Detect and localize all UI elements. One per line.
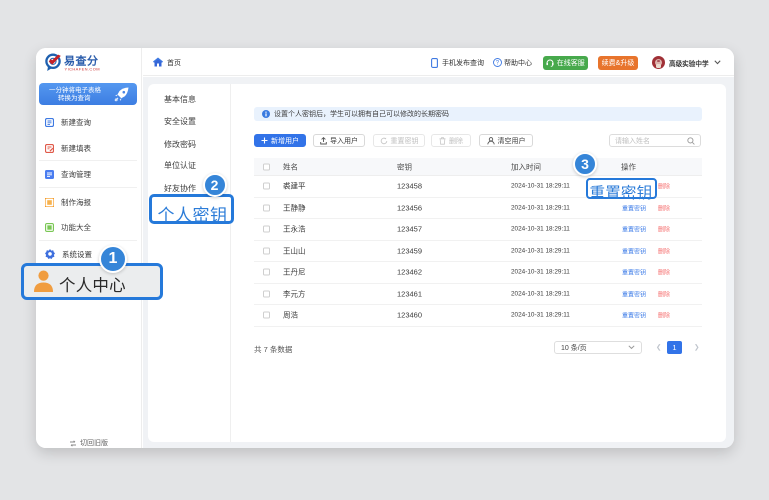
svg-text:YICHAFEN.COM: YICHAFEN.COM: [65, 67, 100, 72]
svg-text:易查分: 易查分: [64, 54, 99, 68]
